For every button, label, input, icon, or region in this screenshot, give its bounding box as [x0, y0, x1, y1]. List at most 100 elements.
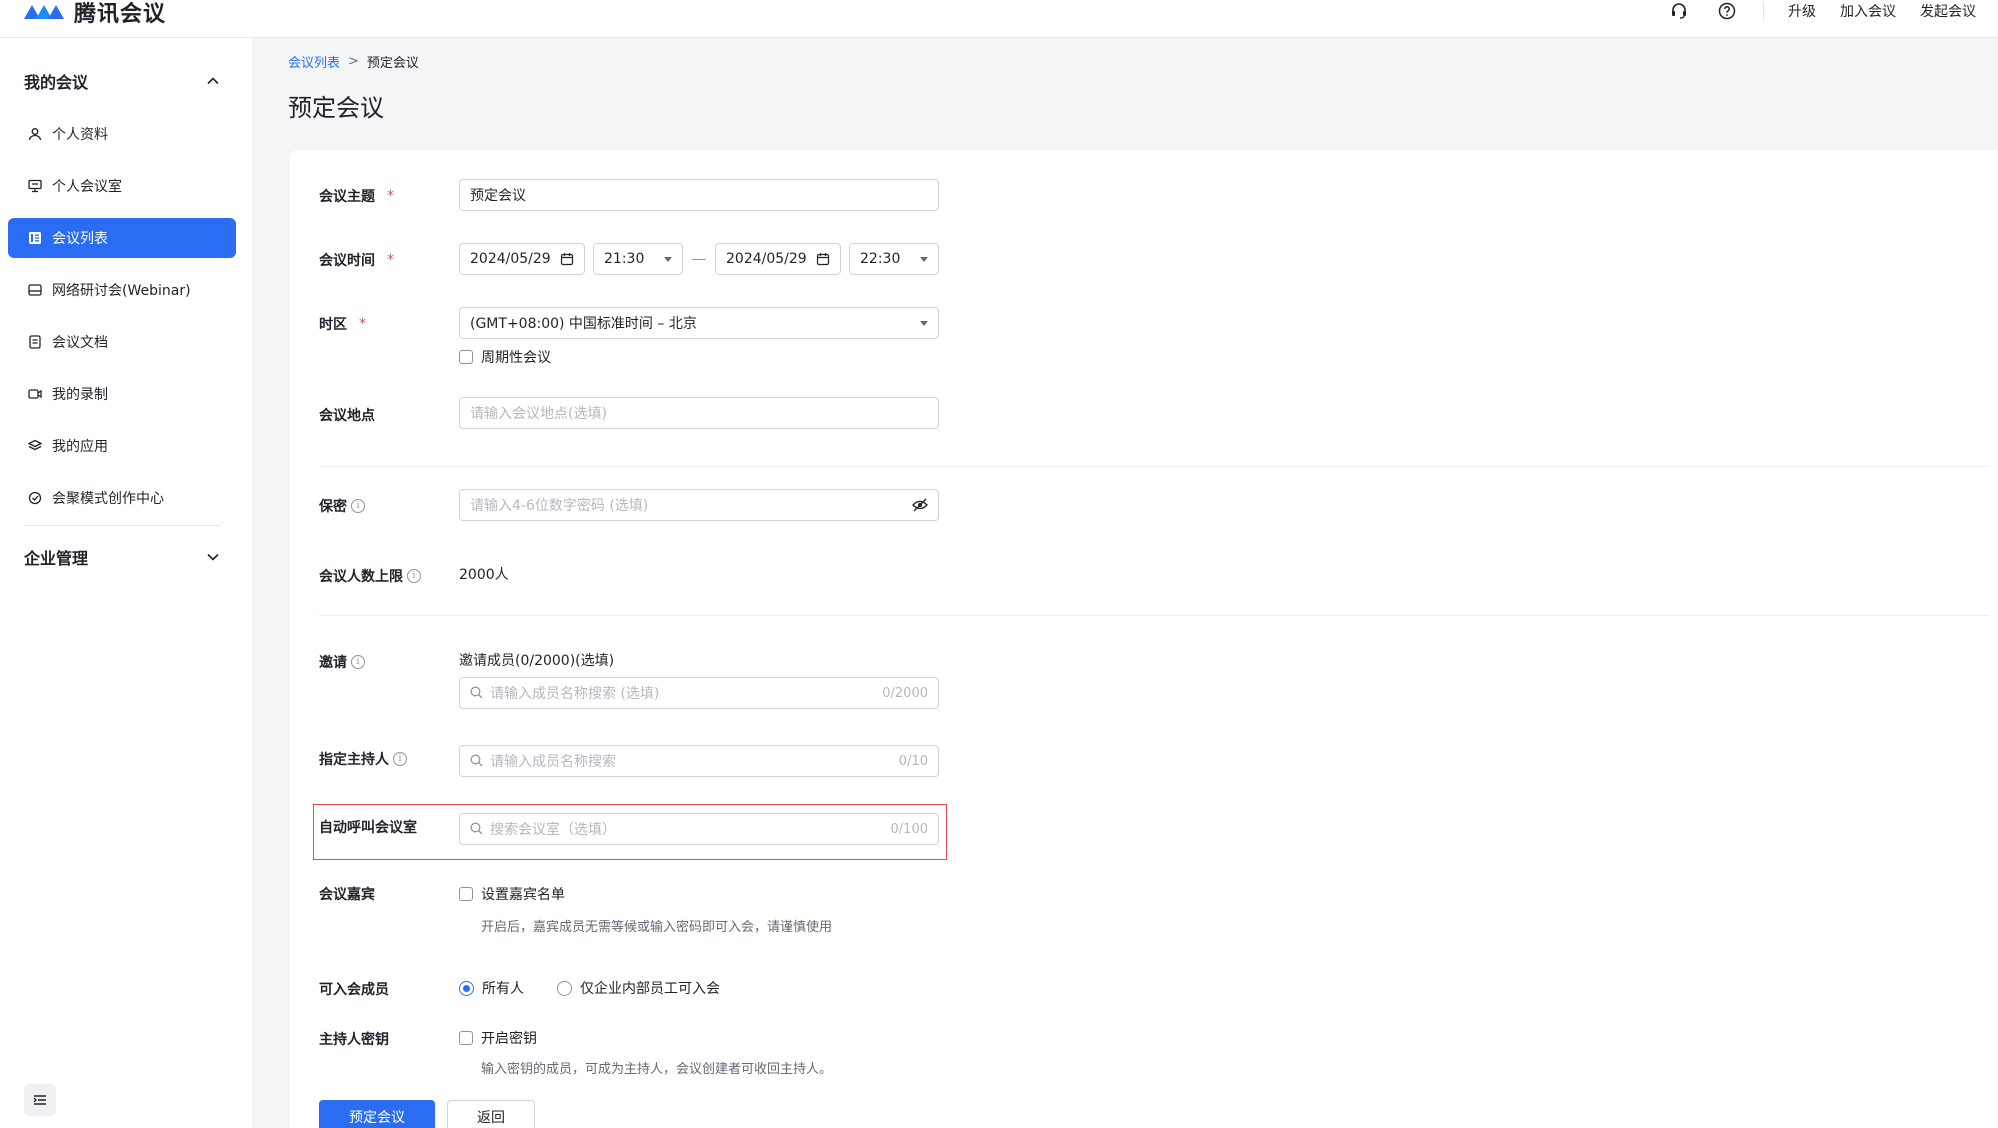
guest-option-label: 设置嘉宾名单 — [481, 887, 565, 903]
time-label-text: 会议时间 — [319, 253, 375, 269]
host-key-checkbox[interactable]: 开启密钥 — [459, 1028, 537, 1048]
document-icon — [26, 333, 44, 351]
sidebar-item-profile[interactable]: 个人资料 — [8, 114, 236, 154]
nav-group-my-meetings[interactable]: 我的会议 — [24, 68, 220, 94]
info-icon[interactable]: i — [407, 569, 421, 583]
topic-value: 预定会议 — [470, 188, 526, 204]
caret-down-icon — [664, 256, 672, 262]
eye-hidden-icon[interactable] — [912, 498, 928, 512]
submit-button[interactable]: 预定会议 — [319, 1100, 435, 1128]
guest-label-text: 会议嘉宾 — [319, 887, 375, 903]
sidebar-item-documents[interactable]: 会议文档 — [8, 322, 236, 362]
start-time-select[interactable]: 21:30 — [593, 243, 683, 275]
back-button[interactable]: 返回 — [447, 1100, 535, 1128]
password-input[interactable]: 请输入4-6位数字密码 (选填) — [459, 489, 939, 521]
chevron-down-icon — [206, 550, 220, 564]
tencent-meeting-logo-icon — [22, 1, 66, 23]
capacity-label-text: 会议人数上限 — [319, 569, 403, 585]
host-key-label: 主持人密钥 — [319, 1029, 389, 1049]
invite-label-text: 邀请 — [319, 655, 347, 671]
location-label-text: 会议地点 — [319, 408, 375, 424]
required-mark: * — [387, 188, 394, 204]
checkbox-box[interactable] — [459, 350, 473, 364]
auto-call-search-input[interactable]: 搜索会议室（选填） 0/100 — [459, 813, 939, 845]
checkbox-box[interactable] — [459, 887, 473, 901]
meeting-room-icon — [26, 177, 44, 195]
members-option-all[interactable]: 所有人 — [459, 978, 524, 998]
info-icon[interactable]: i — [351, 655, 365, 669]
topic-label: 会议主题 * — [319, 186, 394, 206]
collapse-sidebar-button[interactable] — [24, 1084, 56, 1116]
guest-list-checkbox[interactable]: 设置嘉宾名单 — [459, 884, 565, 904]
location-placeholder: 请输入会议地点(选填) — [470, 406, 607, 422]
caret-down-icon — [920, 320, 928, 326]
host-label: 指定主持人 i — [319, 749, 407, 769]
nav-group-enterprise[interactable]: 企业管理 — [24, 544, 220, 570]
members-option-internal[interactable]: 仅企业内部员工可入会 — [557, 978, 720, 998]
sidebar-item-apps[interactable]: 我的应用 — [8, 426, 236, 466]
page-title: 预定会议 — [288, 94, 384, 122]
upgrade-link[interactable]: 升级 — [1788, 1, 1816, 21]
recurring-label: 周期性会议 — [481, 350, 551, 366]
breadcrumb-meeting-list[interactable]: 会议列表 — [288, 52, 340, 71]
auto-call-label: 自动呼叫会议室 — [319, 817, 417, 837]
host-search-input[interactable]: 请输入成员名称搜索 0/10 — [459, 745, 939, 777]
webinar-icon — [26, 281, 44, 299]
capacity-label: 会议人数上限 i — [319, 566, 421, 586]
creation-icon — [26, 489, 44, 507]
members-all-label: 所有人 — [482, 981, 524, 997]
sidebar: 我的会议 个人资料 个人会议室 会议列表 网络研讨会(Webinar) 会议文档… — [0, 38, 252, 1128]
auto-call-count: 0/100 — [890, 821, 928, 837]
info-icon[interactable]: i — [393, 752, 407, 766]
guest-hint: 开启后，嘉宾成员无需等候或输入密码即可入会，请谨慎使用 — [481, 920, 833, 935]
timezone-select[interactable]: (GMT+08:00) 中国标准时间 – 北京 — [459, 307, 939, 339]
invite-placeholder: 请输入成员名称搜索 (选填) — [490, 686, 660, 702]
sidebar-item-personal-room[interactable]: 个人会议室 — [8, 166, 236, 206]
breadcrumb-separator: > — [348, 54, 359, 69]
checkbox-box[interactable] — [459, 1031, 473, 1045]
topic-label-text: 会议主题 — [319, 189, 375, 205]
calendar-icon — [560, 252, 574, 266]
sidebar-divider — [24, 525, 220, 526]
invite-search-input[interactable]: 请输入成员名称搜索 (选填) 0/2000 — [459, 677, 939, 709]
start-meeting-link[interactable]: 发起会议 — [1920, 1, 1976, 21]
host-label-text: 指定主持人 — [319, 752, 389, 768]
app-logo[interactable]: 腾讯会议 — [22, 0, 166, 27]
headset-icon[interactable] — [1667, 0, 1691, 22]
location-input[interactable]: 请输入会议地点(选填) — [459, 397, 939, 429]
sidebar-item-webinar[interactable]: 网络研讨会(Webinar) — [8, 270, 236, 310]
info-icon[interactable]: i — [351, 499, 365, 513]
sidebar-item-label: 我的录制 — [52, 387, 108, 403]
recurring-checkbox[interactable]: 周期性会议 — [459, 347, 551, 367]
end-time-value: 22:30 — [860, 251, 901, 267]
section-divider — [319, 615, 1989, 616]
auto-call-label-text: 自动呼叫会议室 — [319, 820, 417, 836]
topic-input[interactable]: 预定会议 — [459, 179, 939, 211]
join-meeting-link[interactable]: 加入会议 — [1840, 1, 1896, 21]
radio-unselected[interactable] — [557, 980, 572, 996]
time-range-dash — [692, 259, 706, 260]
sidebar-item-label: 会聚模式创作中心 — [52, 491, 164, 507]
breadcrumb: 会议列表 > 预定会议 — [288, 52, 419, 71]
sidebar-item-label: 网络研讨会(Webinar) — [52, 283, 191, 299]
sidebar-item-label: 会议列表 — [52, 231, 108, 247]
help-icon[interactable] — [1715, 0, 1739, 22]
start-time-value: 21:30 — [604, 251, 645, 267]
sidebar-item-creation-center[interactable]: 会聚模式创作中心 — [8, 478, 236, 518]
calendar-icon — [816, 252, 830, 266]
end-time-select[interactable]: 22:30 — [849, 243, 939, 275]
start-date-picker[interactable]: 2024/05/29 — [459, 243, 585, 275]
recording-icon — [26, 385, 44, 403]
timezone-label-text: 时区 — [319, 317, 347, 333]
radio-selected[interactable] — [459, 980, 474, 996]
search-icon — [470, 686, 484, 700]
end-date-picker[interactable]: 2024/05/29 — [715, 243, 841, 275]
sidebar-item-label: 会议文档 — [52, 335, 108, 351]
list-icon — [26, 229, 44, 247]
top-bar: 腾讯会议 升级 加入会议 发起会议 — [0, 0, 1998, 38]
sidebar-item-meeting-list[interactable]: 会议列表 — [8, 218, 236, 258]
auto-call-placeholder: 搜索会议室（选填） — [490, 822, 616, 838]
required-mark: * — [387, 252, 394, 268]
sidebar-item-recordings[interactable]: 我的录制 — [8, 374, 236, 414]
time-label: 会议时间 * — [319, 250, 394, 270]
